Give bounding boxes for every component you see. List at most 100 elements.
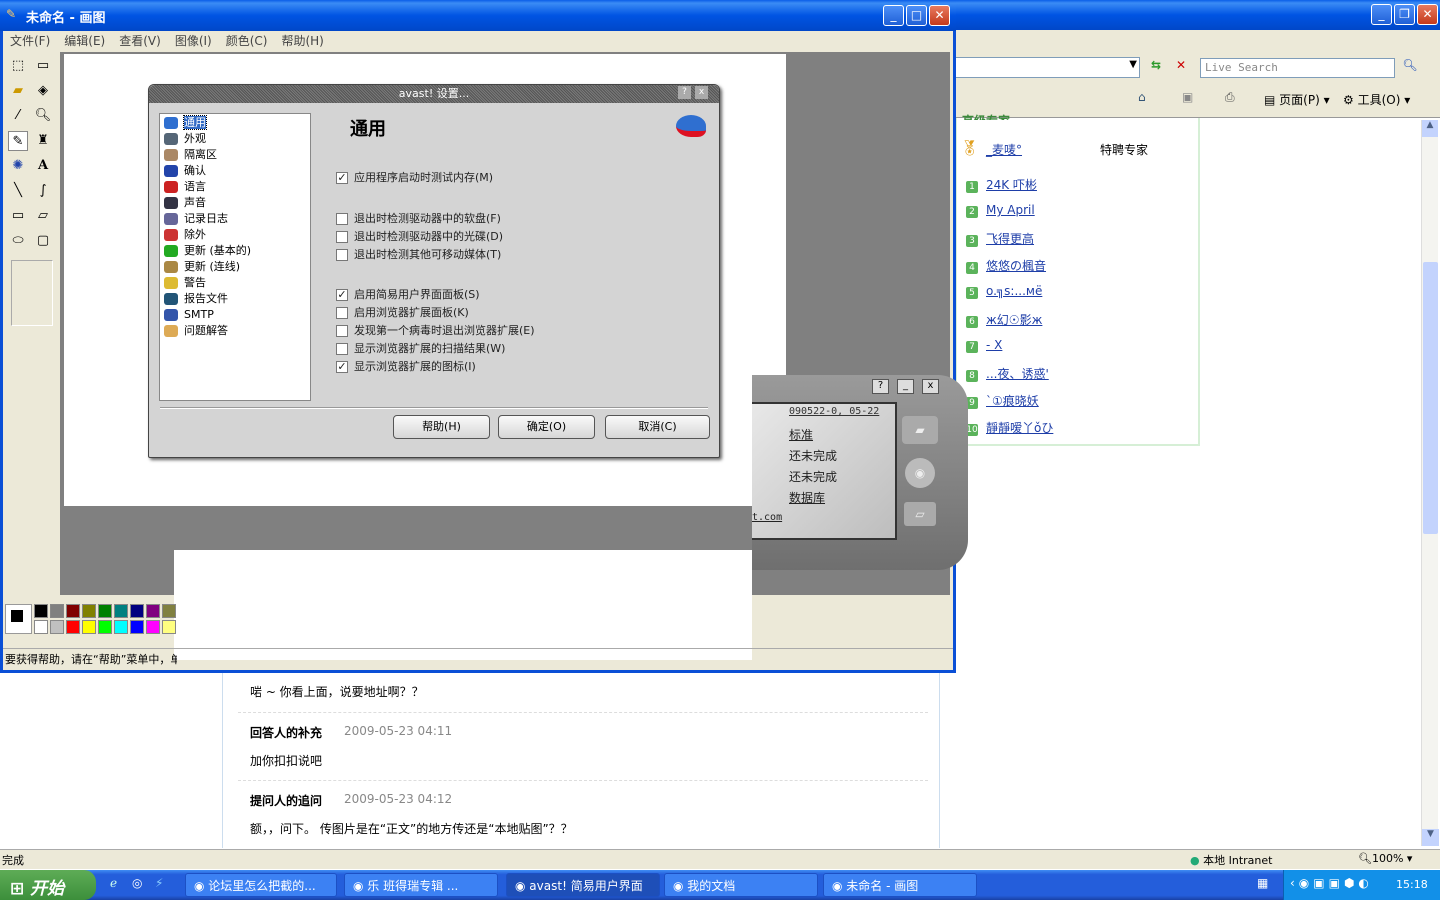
address-bar[interactable]: ▼ (955, 57, 1140, 78)
ok-button[interactable]: 确定(O) (498, 415, 595, 439)
ranking-user-link[interactable]: 靜靜嗳丫ǒひ (986, 421, 1053, 435)
tree-item[interactable]: 警告 (160, 275, 310, 291)
tree-item[interactable]: 语言 (160, 179, 310, 195)
paint-menu-item[interactable]: 帮助(H) (281, 34, 323, 48)
airbrush-tool[interactable]: ✺ (8, 156, 28, 176)
free-select-tool[interactable]: ⬚ (8, 56, 28, 76)
palette-color[interactable] (146, 620, 160, 634)
checkbox[interactable] (336, 249, 348, 261)
ie-minimize-button[interactable]: _ (1371, 4, 1392, 25)
tree-item[interactable]: 记录日志 (160, 211, 310, 227)
ranking-user-link[interactable]: - X (986, 338, 1002, 352)
vps-version-link[interactable]: 090522-0, 05-22 (789, 406, 879, 417)
tree-item[interactable]: 通用 (160, 115, 310, 131)
tree-item[interactable]: 声音 (160, 195, 310, 211)
ranking-user-link[interactable]: 24K 吓彬 (986, 178, 1037, 192)
brush-tool[interactable]: ♜ (33, 131, 53, 151)
ranking-user-link[interactable]: 飞得更高 (986, 232, 1034, 246)
palette-color[interactable] (66, 604, 80, 618)
rectangle-tool[interactable]: ▭ (8, 206, 28, 226)
tool-options[interactable] (11, 260, 53, 326)
rect-select-tool[interactable]: ▭ (33, 56, 53, 76)
eraser-tool[interactable]: ▰ (8, 81, 28, 101)
palette-color[interactable] (98, 620, 112, 634)
scroll-down-arrow[interactable]: ▼ (1422, 829, 1439, 846)
checkbox[interactable] (336, 213, 348, 225)
polygon-tool[interactable]: ▱ (33, 206, 53, 226)
tree-item[interactable]: 外观 (160, 131, 310, 147)
quick-launch-ie-icon[interactable]: ℯ (110, 876, 117, 890)
palette-color[interactable] (98, 604, 112, 618)
ranking-user-link[interactable]: o.╗s:...мё (986, 284, 1042, 298)
palette-color[interactable] (50, 620, 64, 634)
chevron-down-icon[interactable]: ▼ (1129, 59, 1137, 70)
text-tool[interactable]: A (33, 156, 53, 176)
paint-close-button[interactable]: ✕ (929, 5, 950, 26)
palette-color[interactable] (66, 620, 80, 634)
ranking-user-link[interactable]: ж幻☉影ж (986, 313, 1042, 327)
ie-scrollbar[interactable]: ▲ ▼ (1421, 120, 1439, 846)
palette-color[interactable] (34, 604, 48, 618)
paint-menu-item[interactable]: 文件(F) (10, 34, 50, 48)
tree-item[interactable]: 隔离区 (160, 147, 310, 163)
top-user-link[interactable]: _麦唛° (986, 141, 1022, 158)
paint-menu-item[interactable]: 颜色(C) (226, 34, 268, 48)
ellipse-tool[interactable]: ⬭ (8, 231, 28, 251)
palette-color[interactable] (162, 620, 176, 634)
folder-scan-icon[interactable]: ▱ (904, 502, 936, 526)
option-checkbox[interactable]: ✓ 应用程序启动时测试内存(M) (336, 169, 493, 185)
option-checkbox[interactable]: 发现第一个病毒时退出浏览器扩展(E) (336, 322, 535, 338)
disk-scan-icon[interactable]: ▰ (902, 416, 938, 444)
settings-tree[interactable]: 通用 外观 隔离区 确认 语言 声音 记录日志 除外 更新 (基本的) 更新 (连线) 警告 报告文件… (159, 113, 311, 401)
help-icon[interactable]: ? (872, 379, 889, 394)
mode-link[interactable]: 标准 (789, 426, 813, 443)
option-checkbox[interactable]: 启用浏览器扩展面板(K) (336, 304, 469, 320)
palette-color[interactable] (146, 604, 160, 618)
tree-item[interactable]: SMTP (160, 307, 310, 323)
option-checkbox[interactable]: 退出时检测驱动器中的软盘(F) (336, 210, 501, 226)
home-icon[interactable]: ⌂ (1138, 90, 1146, 104)
tree-item[interactable]: 报告文件 (160, 291, 310, 307)
paint-maximize-button[interactable]: □ (906, 5, 927, 26)
scroll-up-arrow[interactable]: ▲ (1422, 120, 1438, 137)
paint-minimize-button[interactable]: _ (883, 5, 904, 26)
checkbox[interactable] (336, 325, 348, 337)
tools-menu[interactable]: ⚙ 工具(O) ▾ (1343, 91, 1410, 108)
option-checkbox[interactable]: ✓ 显示浏览器扩展的图标(I) (336, 358, 476, 374)
cancel-button[interactable]: 取消(C) (605, 415, 710, 439)
quick-launch-browser-icon[interactable]: ◎ (132, 876, 142, 890)
database-link[interactable]: 数据库 (789, 489, 825, 506)
paint-menu-item[interactable]: 查看(V) (119, 34, 161, 48)
palette-color[interactable] (162, 604, 176, 618)
option-checkbox[interactable]: 退出时检测驱动器中的光碟(D) (336, 228, 503, 244)
close-icon[interactable]: x (922, 379, 939, 394)
checkbox[interactable] (336, 343, 348, 355)
paint-menu-item[interactable]: 图像(I) (175, 34, 212, 48)
pencil-tool[interactable]: ✎ (8, 131, 28, 151)
color-picker-tool[interactable]: ⁄ (8, 106, 28, 126)
palette-color[interactable] (82, 604, 96, 618)
palette-color[interactable] (114, 620, 128, 634)
tree-item[interactable]: 除外 (160, 227, 310, 243)
feeds-icon[interactable]: ▣ (1182, 90, 1193, 104)
paint-menu-item[interactable]: 编辑(E) (64, 34, 105, 48)
option-checkbox[interactable]: 退出时检测其他可移动媒体(T) (336, 246, 501, 262)
website-link[interactable]: t.com (752, 512, 782, 523)
tree-item[interactable]: 确认 (160, 163, 310, 179)
search-icon[interactable]: 🔍︎ (1400, 58, 1420, 78)
palette-color[interactable] (130, 620, 144, 634)
scrollbar-thumb[interactable] (1423, 262, 1438, 534)
option-checkbox[interactable]: ✓ 启用简易用户界面面板(S) (336, 286, 480, 302)
stop-icon[interactable]: ✕ (1171, 58, 1191, 78)
palette-color[interactable] (34, 620, 48, 634)
live-search-input[interactable]: Live Search (1200, 58, 1395, 78)
checkbox[interactable]: ✓ (336, 361, 348, 373)
tree-item[interactable]: 更新 (连线) (160, 259, 310, 275)
tree-item[interactable]: 更新 (基本的) (160, 243, 310, 259)
taskbar-button[interactable]: ◉ 我的文档 (664, 873, 818, 897)
tray-icons[interactable]: ‹◉▣▣⬢◐ (1290, 876, 1373, 890)
palette-color[interactable] (50, 604, 64, 618)
refresh-icon[interactable]: ⇆ (1146, 58, 1166, 78)
page-menu[interactable]: ▤ 页面(P) ▾ (1264, 91, 1330, 108)
rounded-rect-tool[interactable]: ▢ (33, 231, 53, 251)
